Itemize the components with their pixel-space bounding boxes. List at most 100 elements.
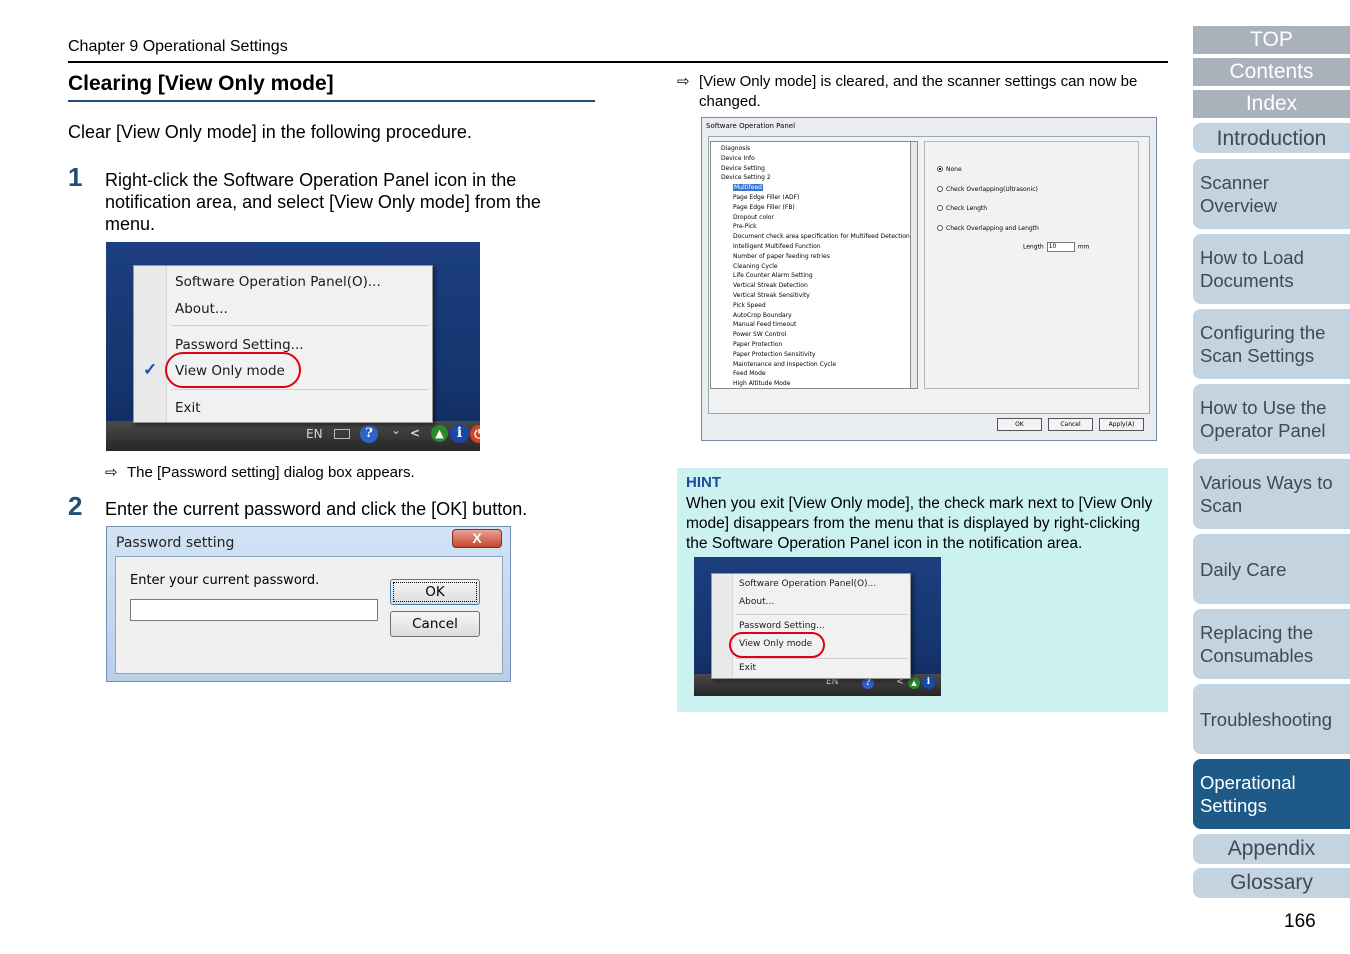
tree-item[interactable]: Vertical Streak Sensitivity: [733, 292, 810, 299]
settings-tree[interactable]: Diagnosis Device Info Device Setting Device…: [710, 141, 910, 389]
password-dialog: Password setting X Enter your current pa…: [106, 526, 511, 682]
step-text: Right-click the Software Operation Panel…: [105, 170, 541, 234]
nav-troubleshooting[interactable]: Troubleshooting: [1193, 684, 1350, 754]
tree-item[interactable]: Number of paper feeding retries: [733, 253, 830, 260]
sop-apply-button[interactable]: Apply(A): [1099, 418, 1144, 431]
result-text: [View Only mode] is cleared, and the sca…: [699, 73, 1138, 110]
info-icon: i: [450, 424, 469, 443]
sop-ok-button[interactable]: OK: [997, 418, 1042, 431]
tree-item[interactable]: Device Setting 2: [721, 174, 771, 181]
chapter-heading: Chapter 9 Operational Settings: [68, 38, 288, 55]
page-number: 166: [1284, 911, 1316, 932]
menu-item-password-setting[interactable]: Password Setting...: [175, 337, 304, 353]
nav-appendix[interactable]: Appendix: [1193, 834, 1350, 864]
intro-text: Clear [View Only mode] in the following …: [68, 122, 472, 142]
tree-item[interactable]: Device Setting: [721, 165, 765, 172]
tree-item[interactable]: Cleaning Cycle: [733, 263, 778, 270]
tree-item[interactable]: Maintenance and Inspection Cycle: [733, 361, 836, 368]
scrollbar[interactable]: [910, 141, 918, 389]
nav-how-to-load-documents[interactable]: How to Load Documents: [1193, 234, 1350, 304]
nav-top[interactable]: TOP: [1193, 26, 1350, 54]
tree-item[interactable]: Page Edge Filler (ADF): [733, 194, 799, 201]
tree-item[interactable]: Life Counter Alarm Setting: [733, 272, 813, 279]
nav-contents[interactable]: Contents: [1193, 58, 1350, 86]
nav-replacing-consumables[interactable]: Replacing the Consumables: [1193, 609, 1350, 679]
step-result: ⇨ [View Only mode] is cleared, and the s…: [677, 72, 1169, 112]
chevron-icon: <: [410, 426, 421, 440]
hint-text: When you exit [View Only mode], the chec…: [686, 495, 1153, 552]
menu-item-about[interactable]: About...: [175, 301, 228, 317]
ok-button[interactable]: OK: [390, 579, 480, 605]
nav-configuring-scan-settings[interactable]: Configuring the Scan Settings: [1193, 309, 1350, 379]
result-text: The [Password setting] dialog box appear…: [127, 464, 415, 481]
dialog-body: Enter your current password. OK Cancel: [115, 556, 503, 674]
radio-check-length[interactable]: Check Length: [937, 205, 987, 212]
keyboard-icon: [334, 429, 350, 439]
length-field: Length 10 mm: [1023, 242, 1090, 252]
context-menu: Software Operation Panel(O)... About... …: [711, 573, 911, 679]
tree-item[interactable]: Diagnosis: [721, 145, 750, 152]
tree-item[interactable]: Vertical Streak Detection: [733, 282, 808, 289]
length-input[interactable]: 10: [1046, 242, 1075, 252]
tree-item[interactable]: High Altitude Mode: [733, 380, 790, 387]
tree-item[interactable]: Pick Speed: [733, 302, 766, 309]
tree-item[interactable]: Dropout color: [733, 214, 774, 221]
password-input[interactable]: [130, 599, 378, 621]
result-arrow-icon: ⇨: [677, 73, 690, 90]
menu-item-exit[interactable]: Exit: [739, 663, 756, 673]
menu-item-password-setting[interactable]: Password Setting...: [739, 621, 825, 631]
section-title: Clearing [View Only mode]: [68, 72, 334, 95]
checkmark-icon: ✓: [143, 360, 158, 379]
step-number: 1: [68, 162, 83, 192]
tree-item[interactable]: Pre-Pick: [733, 223, 757, 230]
menu-item-exit[interactable]: Exit: [175, 400, 201, 416]
password-prompt: Enter your current password.: [130, 573, 320, 588]
radio-none[interactable]: None: [937, 166, 962, 173]
options-panel: None Check Overlapping(Ultrasonic) Check…: [924, 141, 1139, 389]
tree-item[interactable]: Feed Mode: [733, 370, 766, 377]
context-menu-screenshot: EN ? ⌄ < ▲ i ⏻ Software Operation Panel(…: [106, 242, 480, 451]
nav-operational-settings[interactable]: Operational Settings: [1193, 759, 1350, 829]
software-operation-panel-window: Software Operation Panel Diagnosis Device…: [701, 117, 1157, 441]
tree-item[interactable]: Power SW Control: [733, 331, 786, 338]
nav-various-ways-to-scan[interactable]: Various Ways to Scan: [1193, 459, 1350, 529]
nav-scanner-overview[interactable]: Scanner Overview: [1193, 159, 1350, 229]
step-text: Enter the current password and click the…: [105, 499, 528, 519]
nav-introduction[interactable]: Introduction: [1193, 123, 1350, 153]
step-result: ⇨ The [Password setting] dialog box appe…: [105, 463, 415, 483]
menu-item-about[interactable]: About...: [739, 597, 774, 607]
radio-check-overlapping-and-length[interactable]: Check Overlapping and Length: [937, 225, 1039, 232]
nav-index[interactable]: Index: [1193, 90, 1350, 118]
tree-item[interactable]: Paper Protection: [733, 341, 782, 348]
menu-item-software-operation-panel[interactable]: Software Operation Panel(O)...: [739, 579, 876, 589]
context-menu-screenshot: EN ? < ▲ i Software Operation Panel(O)..…: [694, 557, 941, 696]
step-number: 2: [68, 491, 83, 521]
hint-box: HINT When you exit [View Only mode], the…: [677, 468, 1168, 712]
tree-item[interactable]: Page Edge Filler (FB): [733, 204, 795, 211]
close-button[interactable]: X: [452, 529, 502, 548]
radio-icon: [937, 205, 943, 211]
sop-cancel-button[interactable]: Cancel: [1048, 418, 1093, 431]
tree-item[interactable]: Multifeed: [733, 184, 763, 192]
tree-item[interactable]: AutoCrop Boundary: [733, 312, 792, 319]
hint-label: HINT: [686, 474, 721, 491]
tree-item[interactable]: Manual Feed timeout: [733, 321, 796, 328]
arrow-icon: ⌄: [391, 423, 402, 437]
nav-glossary[interactable]: Glossary: [1193, 868, 1350, 898]
radio-check-overlapping[interactable]: Check Overlapping(Ultrasonic): [937, 186, 1038, 193]
tree-item[interactable]: Paper Protection Sensitivity: [733, 351, 815, 358]
highlight-ring: [729, 632, 825, 658]
tree-item[interactable]: Intelligent Multifeed Function: [733, 243, 821, 250]
software-operation-panel-icon[interactable]: ▲: [431, 425, 448, 442]
power-icon: ⏻: [470, 425, 480, 443]
nav-how-to-use-operator-panel[interactable]: How to Use the Operator Panel: [1193, 384, 1350, 454]
dialog-title: Password setting: [116, 535, 235, 551]
tree-item[interactable]: Device Info: [721, 155, 755, 162]
section-rule: [68, 100, 595, 102]
cancel-button[interactable]: Cancel: [390, 611, 480, 637]
nav-daily-care[interactable]: Daily Care: [1193, 534, 1350, 604]
menu-item-software-operation-panel[interactable]: Software Operation Panel(O)...: [175, 274, 381, 290]
context-menu: Software Operation Panel(O)... About... …: [133, 265, 433, 423]
tree-item[interactable]: Document check area specification for Mu…: [733, 233, 910, 240]
window-title: Software Operation Panel: [706, 122, 796, 130]
